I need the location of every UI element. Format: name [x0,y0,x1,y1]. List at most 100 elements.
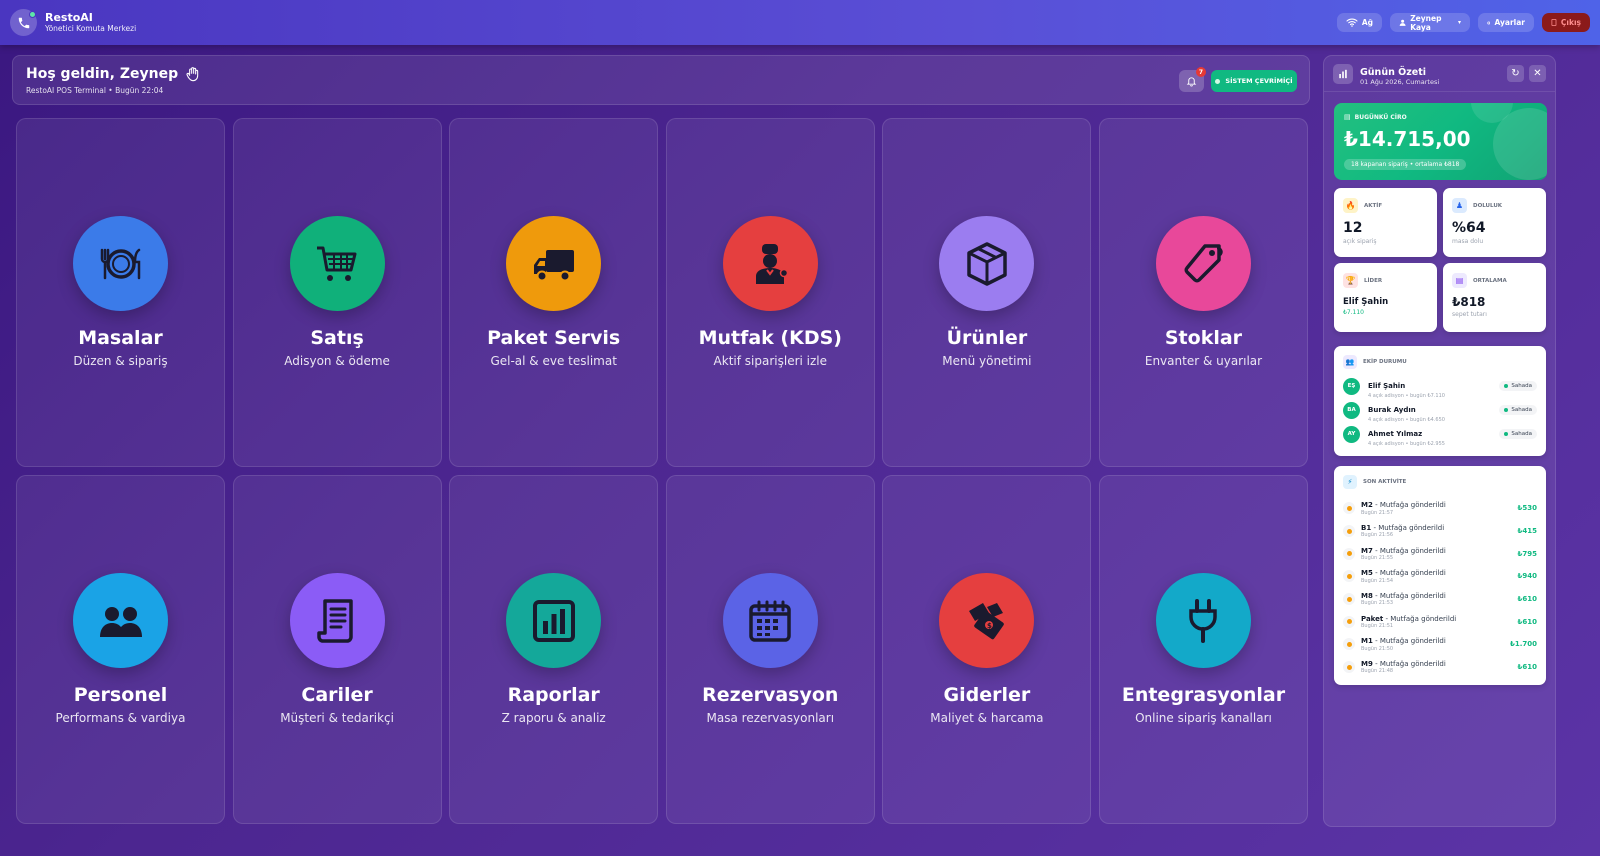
activity-time: Bugün 21:50 [1361,645,1394,652]
tile-title: Mutfak (KDS) [698,327,842,349]
refresh-button[interactable]: ↻ [1507,65,1524,82]
activity-time: Bugün 21:56 [1361,532,1394,539]
activity-code: M7 [1361,546,1373,555]
tile-title: Rezervasyon [702,684,839,706]
tile-personel[interactable]: Personel Performans & vardiya [16,475,225,824]
box-icon [967,241,1007,286]
team-member[interactable]: EŞ Elif Şahin 4 açık adisyon • bugün ₺7.1… [1334,374,1546,399]
activity-amount: ₺530 [1517,504,1537,513]
panel-date: 01 Ağu 2026, Cumartesi [1360,78,1440,87]
team-member[interactable]: AY Ahmet Yılmaz 4 açık adisyon • bugün ₺2… [1334,422,1546,447]
tile-stoklar[interactable]: Stoklar Envanter & uyarılar [1098,118,1308,467]
status-dot-icon [1343,547,1355,560]
tile-subtitle: Performans & vardiya [55,711,186,725]
truck-icon [533,249,574,281]
network-button[interactable]: Ağ [1336,13,1382,32]
plug-icon [1189,598,1218,643]
status-badge: Sahada [1499,381,1537,391]
tile-icon-circle [289,216,385,311]
activity-item[interactable]: B1 - Mutfağa gönderildi Bugün 21:56 ₺415 [1334,520,1546,543]
activity-text: - Mutfağa gönderildi [1372,569,1446,578]
status-badge: Sahada [1499,429,1537,439]
activity-code: M9 [1361,659,1373,668]
kpi-value: %64 [1452,220,1486,236]
tile-title: Ürünler [946,327,1028,349]
kpi-value: 12 [1343,220,1363,236]
kpi-leader: 🏆 LİDER Elif Şahin ₺7.110 [1334,263,1437,332]
activity-item[interactable]: Paket - Mutfağa gönderildi Bugün 21:51 ₺61… [1334,610,1546,633]
activity-code: B1 [1361,523,1372,532]
tile-icon-circle [506,216,602,311]
tile-urunler[interactable]: Ürünler Menü yönetimi [882,118,1092,467]
activity-label: SON AKTİVİTE [1363,479,1407,485]
tile-cariler[interactable]: Cariler Müşteri & tedarikçi [232,475,442,824]
status-badge: Sahada [1499,405,1537,415]
status-dot-icon [1343,593,1355,606]
kpi-label: ORTALAMA [1473,277,1507,284]
activity-item[interactable]: M1 - Mutfağa gönderildi Bugün 21:50 ₺1.700 [1334,633,1546,656]
tile-icon-circle [722,216,818,311]
status-dot-icon [1343,502,1355,515]
activity-amount: ₺610 [1517,617,1537,626]
tile-subtitle: Adisyon & ödeme [284,354,390,368]
activity-amount: ₺940 [1517,572,1537,581]
tile-paket-servis[interactable]: Paket Servis Gel-al & eve teslimat [449,118,659,467]
tile-subtitle: Düzen & sipariş [73,354,168,368]
tile-giderler[interactable]: $ Giderler Maliyet & harcama [882,475,1092,824]
cash-register-icon: ▤ [1344,113,1351,121]
tile-icon-circle [1155,573,1251,668]
user-icon [1399,19,1406,26]
chart-icon [532,599,575,642]
activity-item[interactable]: M9 - Mutfağa gönderildi Bugün 21:48 ₺610 [1334,656,1546,679]
tile-icon-circle [939,216,1035,311]
app-subtitle: Yönetici Komuta Merkezi [45,23,137,33]
panel-title: Günün Özeti [1360,67,1427,78]
settings-button[interactable]: Ayarlar [1478,13,1534,32]
kpi-average: ▤ ORTALAMA ₺818 sepet tutarı [1443,263,1546,332]
kpi-label: LİDER [1364,277,1383,284]
tile-satis[interactable]: Satış Adisyon & ödeme [232,118,442,467]
activity-item[interactable]: M7 - Mutfağa gönderildi Bugün 21:55 ₺795 [1334,542,1546,565]
activity-item[interactable]: M2 - Mutfağa gönderildi Bugün 21:57 ₺530 [1334,497,1546,520]
notifications-button[interactable]: 7 [1179,67,1206,92]
tile-icon-circle [506,573,602,668]
seat-icon: ♟ [1452,198,1467,213]
activity-text: - Mutfağa gönderildi [1383,614,1457,623]
logout-label: Çıkış [1560,18,1581,27]
module-grid: Masalar Düzen & sipariş Satış Adisyon & … [16,118,1308,824]
member-name: Elif Şahin [1368,382,1406,391]
recent-activity-card: ⚡ SON AKTİVİTE M2 - Mutfağa gönderildi Bug… [1334,466,1546,685]
kpi-value: Elif Şahin [1343,297,1389,307]
lightning-icon: ⚡ [1343,475,1357,489]
tile-subtitle: Menü yönetimi [942,354,1032,368]
revenue-label: BUGÜNKÜ CİRO [1354,113,1407,121]
plate-icon [100,248,140,279]
tile-title: Entegrasyonlar [1121,684,1286,706]
tile-rezervasyon[interactable]: Rezervasyon Masa rezervasyonları [665,475,875,824]
user-menu-button[interactable]: Zeynep Kaya ▾ [1390,13,1470,32]
tile-title: Raporlar [507,684,600,706]
trophy-icon: 🏆 [1343,273,1358,288]
activity-code: M5 [1361,569,1373,578]
avatar: AY [1343,425,1360,443]
avatar: BA [1343,401,1360,419]
status-dot-icon [1343,570,1355,583]
activity-item[interactable]: M5 - Mutfağa gönderildi Bugün 21:54 ₺940 [1334,565,1546,588]
logout-button[interactable]: Çıkış [1542,13,1590,32]
network-label: Ağ [1361,18,1373,27]
system-status-label: SİSTEM ÇEVRİMİÇİ [1225,77,1293,85]
tile-masalar[interactable]: Masalar Düzen & sipariş [16,118,225,467]
tile-mutfak[interactable]: Mutfak (KDS) Aktif siparişleri izle [665,118,875,467]
activity-time: Bugün 21:53 [1361,600,1394,607]
close-button[interactable]: ✕ [1529,65,1546,82]
activity-text: - Mutfağa gönderildi [1372,659,1446,668]
tile-raporlar[interactable]: Raporlar Z raporu & analiz [449,475,659,824]
tile-entegrasyonlar[interactable]: Entegrasyonlar Online sipariş kanalları [1098,475,1308,824]
user-name: Zeynep Kaya [1410,13,1442,32]
activity-time: Bugün 21:48 [1361,668,1394,675]
welcome-subtitle: RestoAI POS Terminal • Bugün 22:04 [26,86,164,95]
team-member[interactable]: BA Burak Aydın 4 açık adisyon • bugün ₺4.… [1334,398,1546,423]
tile-icon-circle [73,573,168,668]
activity-amount: ₺795 [1517,549,1537,558]
activity-item[interactable]: M8 - Mutfağa gönderildi Bugün 21:53 ₺610 [1334,588,1546,611]
